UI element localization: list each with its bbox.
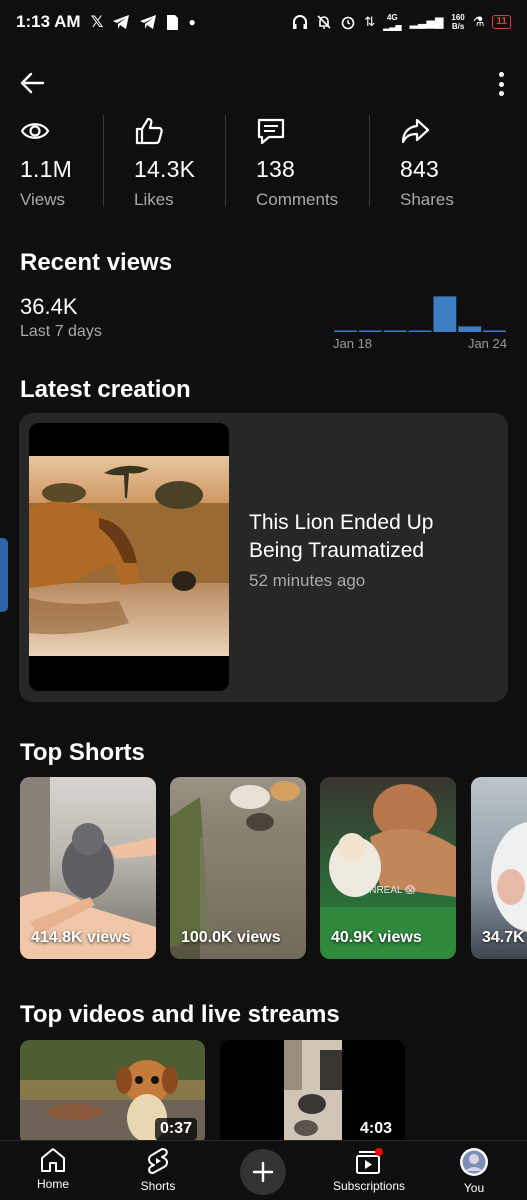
status-bar: 1:13 AM 𝕏 ● ⇅ 4G ▂▃▅ ▂▃▅▇ 160 B/s ⚗ 11	[0, 0, 527, 44]
chart-bar	[334, 330, 357, 332]
short-card[interactable]: UNREAL 😱 40.9K views	[320, 777, 456, 959]
divider	[369, 115, 370, 207]
share-icon	[401, 118, 430, 144]
nav-label: Shorts	[140, 1179, 176, 1193]
recent-views-heading: Recent views	[20, 249, 173, 276]
battery-indicator: 11	[492, 15, 511, 29]
comments-label: Comments	[256, 190, 339, 209]
stat-comments: 138 Comments	[236, 115, 369, 210]
shares-label: Shares	[400, 190, 454, 209]
latest-creation-heading: Latest creation	[20, 376, 191, 403]
stat-likes: 14.3K Likes	[114, 115, 225, 210]
signal-bars-icon: ▂▃▅	[383, 22, 402, 31]
divider	[225, 115, 226, 207]
recent-views-period: Last 7 days	[20, 323, 102, 340]
dot-icon	[498, 91, 504, 96]
nav-home[interactable]: Home	[3, 1147, 103, 1191]
subscriptions-icon	[356, 1148, 383, 1174]
status-time: 1:13 AM	[16, 12, 81, 31]
top-shorts-list: 414.8K views 100.0K views UNREAL 😱 40.9K…	[20, 777, 527, 960]
nav-shorts[interactable]: Shorts	[108, 1147, 208, 1193]
likes-label: Likes	[134, 190, 174, 209]
shorts-icon	[148, 1148, 168, 1174]
stat-views: 1.1M Views	[0, 115, 103, 210]
video-duration: 0:37	[154, 1118, 197, 1140]
nav-you[interactable]: You	[424, 1147, 524, 1195]
telegram-icon	[113, 15, 130, 29]
edge-panel-handle[interactable]	[0, 538, 8, 612]
eye-icon	[20, 123, 50, 139]
more-options-button[interactable]	[491, 70, 511, 98]
divider	[103, 115, 104, 207]
dot-icon	[498, 81, 504, 87]
short-views: 34.7K	[482, 929, 525, 946]
short-views: 40.9K views	[331, 929, 422, 946]
network-signal: 4G ▂▃▅	[383, 13, 401, 31]
plus-icon	[252, 1161, 274, 1183]
chart-tick-label: Jan 18	[333, 336, 372, 351]
chart-bar	[408, 330, 432, 332]
flask-icon: ⚗	[472, 14, 485, 29]
network-speed: 160 B/s	[451, 13, 465, 31]
video-card[interactable]: 4:03	[220, 1040, 405, 1140]
short-overlay-text: UNREAL 😱	[362, 885, 416, 896]
home-icon	[41, 1148, 65, 1172]
comments-value: 138	[256, 156, 295, 182]
chart-tick-label: Jan 24	[468, 336, 507, 351]
video-card[interactable]: 0:37	[20, 1040, 205, 1140]
file-icon	[167, 14, 179, 30]
dot-icon: ●	[188, 15, 196, 29]
short-views: 414.8K views	[31, 929, 131, 946]
video-thumbnail[interactable]	[29, 423, 229, 691]
chart-bar	[458, 326, 482, 332]
views-label: Views	[20, 190, 66, 209]
short-card[interactable]: 414.8K views	[20, 777, 156, 959]
shares-value: 843	[400, 156, 439, 182]
nav-label: Subscriptions	[332, 1179, 406, 1193]
nav-label: You	[463, 1181, 485, 1195]
create-button[interactable]	[240, 1149, 286, 1195]
latest-creation-title[interactable]: This Lion Ended Up Being Traumatized	[249, 509, 489, 565]
chart-bar	[383, 330, 407, 332]
stats-row: 1.1M Views 14.3K Likes 138 Comments 843 …	[0, 115, 527, 210]
chart-bar	[483, 330, 506, 332]
x-app-icon: 𝕏	[90, 14, 104, 31]
bell-off-icon	[317, 15, 331, 29]
stat-shares: 843 Shares	[380, 115, 527, 210]
avatar	[460, 1148, 488, 1176]
likes-value: 14.3K	[134, 156, 196, 182]
nav-label: Home	[36, 1177, 69, 1191]
alarm-icon	[341, 16, 355, 30]
data-transfer-icon: ⇅	[364, 14, 376, 29]
nav-subscriptions[interactable]: Subscriptions	[319, 1147, 419, 1193]
headphones-icon	[293, 15, 308, 29]
thumbs-up-icon	[135, 117, 163, 145]
latest-creation-card[interactable]: This Lion Ended Up Being Traumatized 52 …	[19, 413, 508, 702]
latest-creation-time: 52 minutes ago	[249, 571, 366, 590]
dot-icon	[498, 72, 504, 77]
telegram-icon	[140, 15, 157, 29]
bottom-navigation: Home Shorts Subscriptions You	[0, 1140, 527, 1200]
network-type: 4G	[386, 13, 398, 22]
back-button[interactable]	[18, 68, 52, 98]
signal-bars-icon: ▂▃▅▇	[409, 16, 444, 29]
top-videos-list: 0:37 4:03	[20, 1040, 527, 1140]
short-views: 100.0K views	[181, 929, 281, 946]
chart-bar	[358, 330, 382, 332]
video-duration: 4:03	[354, 1118, 397, 1140]
lion-thumbnail-image	[29, 423, 229, 691]
recent-views-value: 36.4K	[20, 294, 78, 319]
top-shorts-heading: Top Shorts	[20, 739, 145, 766]
recent-views-chart[interactable]: Jan 18 Jan 24	[333, 286, 507, 356]
short-card[interactable]: 100.0K views	[170, 777, 306, 959]
top-app-bar	[0, 62, 527, 102]
chart-bar	[433, 296, 457, 332]
views-value: 1.1M	[20, 156, 72, 182]
top-videos-heading: Top videos and live streams	[20, 1001, 340, 1028]
arrow-left-icon	[20, 72, 45, 94]
short-card[interactable]: 34.7K	[471, 777, 527, 959]
comment-icon	[257, 118, 285, 145]
